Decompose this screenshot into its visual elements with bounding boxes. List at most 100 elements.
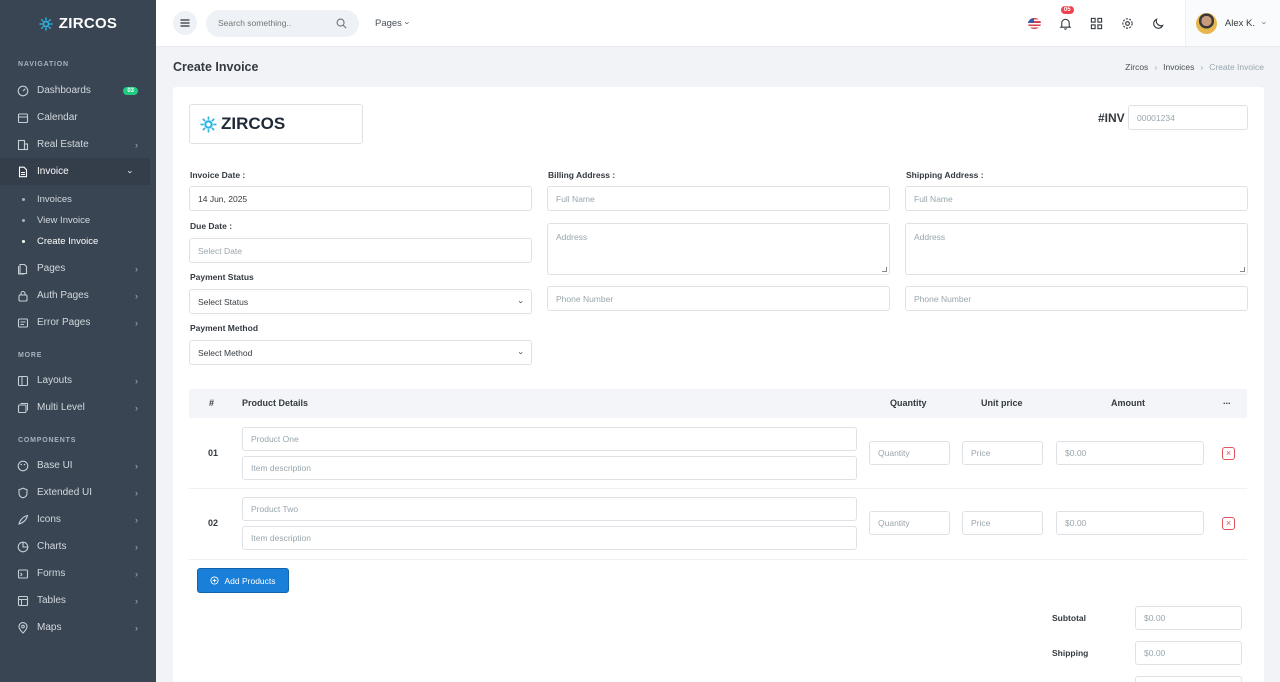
product-name-input[interactable]: Product One (242, 427, 857, 451)
chevron-right-icon: › (135, 263, 138, 274)
sidebar-item-label: Extended UI (37, 487, 93, 498)
sidebar-item-auth-pages[interactable]: Auth Pages › (0, 282, 156, 309)
search-icon[interactable] (336, 18, 347, 29)
sidebar-item-calendar[interactable]: Calendar (0, 104, 156, 131)
logo-icon (200, 116, 217, 132)
invoice-brand-name: ZIRCOS (221, 114, 286, 133)
map-pin-icon (17, 621, 29, 634)
nav-section-components: Components (18, 437, 77, 444)
shipping-full-name-input[interactable]: Full Name (905, 186, 1248, 211)
billing-address-input[interactable]: Address (547, 223, 890, 275)
user-menu[interactable]: Alex K. › (1184, 0, 1280, 46)
remove-row-button[interactable]: × (1222, 447, 1235, 460)
sidebar-item-multi-level[interactable]: Multi Level › (0, 394, 156, 421)
chevron-down-icon: › (125, 170, 136, 173)
pages-dropdown[interactable]: Pages › (375, 18, 413, 29)
next-total-input[interactable] (1135, 676, 1242, 682)
amount-input[interactable]: $0.00 (1056, 511, 1204, 535)
due-date-label: Due Date : (190, 221, 233, 231)
add-products-button[interactable]: Add Products (197, 568, 289, 593)
bell-icon (1059, 18, 1072, 30)
sidebar-subitem-invoices[interactable]: Invoices (0, 189, 156, 210)
chevron-right-icon: › (135, 622, 138, 633)
billing-phone-input[interactable]: Phone Number (547, 286, 890, 311)
quantity-input[interactable]: Quantity (869, 441, 950, 465)
hamburger-icon (180, 19, 190, 27)
sidebar-item-error-pages[interactable]: Error Pages › (0, 309, 156, 336)
more-options-icon[interactable]: ... (1223, 396, 1231, 406)
sidebar-item-label: Base UI (37, 460, 73, 471)
quantity-input[interactable]: Quantity (869, 511, 950, 535)
invoice-date-input[interactable]: 14 Jun, 2025 (189, 186, 532, 211)
sidebar-item-charts[interactable]: Charts › (0, 533, 156, 560)
row-divider (189, 488, 1247, 489)
user-name: Alex K. (1224, 17, 1255, 29)
topbar-actions: 05 Alex K. › (1012, 0, 1280, 46)
dashboards-badge: 03 (123, 86, 138, 95)
theme-toggle-button[interactable] (1151, 15, 1167, 31)
product-description-input[interactable]: Item description (242, 456, 857, 480)
sidebar-item-forms[interactable]: Forms › (0, 560, 156, 587)
sidebar-item-real-estate[interactable]: Real Estate › (0, 131, 156, 158)
sidebar-item-label: Pages (37, 263, 66, 274)
row-divider (189, 559, 1247, 560)
price-input[interactable]: Price (962, 441, 1043, 465)
sidebar-item-extended-ui[interactable]: Extended UI › (0, 479, 156, 506)
payment-method-value: Select Method (198, 347, 253, 358)
close-icon: × (1225, 448, 1232, 458)
sidebar-item-maps[interactable]: Maps › (0, 614, 156, 641)
notifications-button[interactable]: 05 (1058, 6, 1074, 31)
invoice-number-input[interactable]: 00001234 (1128, 105, 1248, 130)
sidebar-item-pages[interactable]: Pages › (0, 255, 156, 282)
sidebar-item-icons[interactable]: Icons › (0, 506, 156, 533)
search-bar (206, 9, 359, 37)
language-button[interactable] (1027, 15, 1043, 31)
remove-row-button[interactable]: × (1222, 517, 1235, 530)
apps-button[interactable] (1089, 15, 1105, 31)
subtotal-input[interactable]: $0.00 (1135, 606, 1242, 630)
sidebar-item-tables[interactable]: Tables › (0, 587, 156, 614)
pie-chart-icon (17, 541, 29, 553)
sidebar-item-layouts[interactable]: Layouts › (0, 367, 156, 394)
shipping-address-input[interactable]: Address (905, 223, 1248, 275)
sidebar-item-dashboards[interactable]: Dashboards 03 (0, 77, 156, 104)
shipping-phone-input[interactable]: Phone Number (905, 286, 1248, 311)
resize-handle-icon[interactable] (882, 267, 887, 272)
sidebar-subitem-label: Create Invoice (37, 236, 99, 247)
product-name-input[interactable]: Product Two (242, 497, 857, 521)
sidebar-item-label: Maps (37, 622, 62, 633)
shipping-cost-input[interactable]: $0.00 (1135, 641, 1242, 665)
calendar-icon (17, 112, 29, 124)
avatar (1195, 12, 1217, 34)
layers-icon (17, 402, 29, 414)
sidebar-item-label: Icons (37, 514, 61, 525)
search-input[interactable] (218, 18, 328, 28)
amount-input[interactable]: $0.00 (1056, 441, 1204, 465)
breadcrumb-item-invoices[interactable]: Invoices (1163, 62, 1194, 72)
price-input[interactable]: Price (962, 511, 1043, 535)
nav-section-navigation: Navigation (18, 61, 69, 68)
resize-handle-icon[interactable] (1240, 267, 1245, 272)
sidebar-subitem-create-invoice[interactable]: Create Invoice (0, 231, 156, 252)
sidebar-item-base-ui[interactable]: Base UI › (0, 452, 156, 479)
chevron-right-icon: › (135, 317, 138, 328)
nav-section-more: More (18, 352, 43, 359)
due-date-input[interactable]: Select Date (189, 238, 532, 263)
sidebar-item-invoice[interactable]: Invoice › (0, 158, 150, 185)
chevron-right-icon: › (135, 402, 138, 413)
dashboard-icon (17, 85, 29, 97)
col-header-number: # (209, 398, 215, 408)
sidebar-subitem-view-invoice[interactable]: View Invoice (0, 210, 156, 231)
brand-logo[interactable]: ZIRCOS (0, 0, 156, 47)
col-header-amount: Amount (1111, 398, 1145, 408)
gear-icon (1122, 17, 1134, 29)
bullet-icon (22, 240, 25, 243)
billing-full-name-input[interactable]: Full Name (547, 186, 890, 211)
payment-status-select[interactable]: Select Status › (189, 289, 532, 314)
menu-toggle-button[interactable] (173, 11, 197, 35)
settings-button[interactable] (1120, 15, 1136, 31)
breadcrumb-item-zircos[interactable]: Zircos (1125, 62, 1148, 72)
product-description-input[interactable]: Item description (242, 526, 857, 550)
payment-method-select[interactable]: Select Method › (189, 340, 532, 365)
chevron-down-icon: › (402, 21, 413, 25)
